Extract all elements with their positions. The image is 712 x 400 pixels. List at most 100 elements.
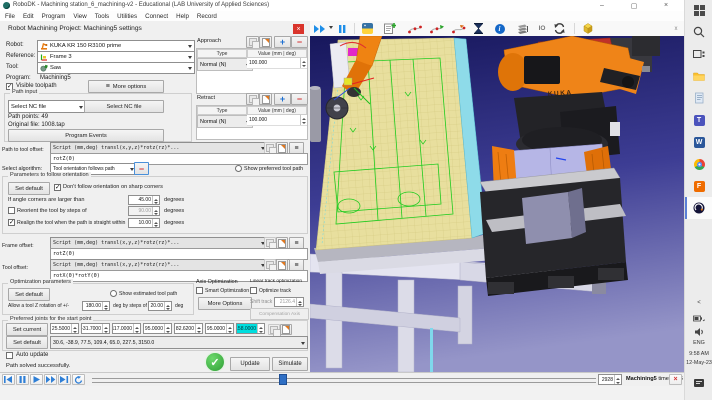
menu-utilities[interactable]: Utilities — [117, 13, 137, 20]
toolbar-close-button[interactable]: x — [672, 22, 680, 35]
pause-playback-button[interactable] — [16, 374, 29, 385]
export-simulation-button[interactable] — [582, 22, 594, 35]
steps-spinner[interactable]: 20.00 — [148, 301, 172, 311]
joint7-spinner[interactable]: 3158.0000 — [236, 323, 265, 334]
search-button[interactable] — [693, 26, 705, 38]
skip-end-button[interactable] — [58, 374, 71, 385]
approach-add-button[interactable]: + — [274, 36, 291, 48]
more-options-button[interactable]: ≡ More options — [88, 80, 164, 93]
chrome-button[interactable] — [693, 158, 705, 170]
fast-simulation-button[interactable] — [314, 22, 327, 35]
pause-button[interactable] — [338, 22, 346, 35]
menu-view[interactable]: View — [73, 13, 86, 20]
path-simulate-button[interactable] — [408, 22, 422, 35]
simulate-button[interactable]: Simulate — [272, 357, 308, 371]
sync-button[interactable] — [554, 22, 565, 35]
spinner-arrows[interactable] — [257, 324, 264, 333]
retract-value-spinner[interactable]: 100.000 — [247, 115, 307, 126]
notifications-button[interactable] — [693, 377, 705, 389]
joint1-spinner[interactable]: 25.5000 — [50, 323, 79, 334]
realign-checkbox[interactable] — [8, 219, 15, 226]
reorient-checkbox[interactable] — [8, 207, 15, 214]
timeline-close-button[interactable]: × — [669, 374, 682, 385]
spinner-arrows[interactable] — [102, 302, 109, 310]
select-nc-file-button[interactable]: Select NC file — [84, 100, 164, 113]
update-button[interactable]: Update — [230, 357, 270, 371]
joint3-spinner[interactable]: 117.0000 — [112, 323, 141, 334]
spinner-arrows[interactable] — [226, 324, 233, 333]
spinner-arrows[interactable] — [71, 324, 78, 333]
file-explorer-button[interactable] — [693, 70, 705, 82]
path-check-button[interactable] — [430, 22, 444, 35]
spinner-arrows[interactable] — [102, 324, 109, 333]
info-button[interactable]: i — [494, 22, 505, 35]
replay-button[interactable] — [72, 374, 85, 385]
auto-update-checkbox[interactable] — [6, 352, 13, 359]
approach-type-select[interactable]: Normal (N) — [197, 58, 253, 71]
spinner-arrows[interactable] — [300, 58, 307, 68]
menu-file[interactable]: File — [5, 13, 15, 20]
joint2-spinner[interactable]: -31.7000 — [81, 323, 110, 334]
program-events-button[interactable]: Program Events — [8, 129, 164, 142]
approach-value-spinner[interactable]: 100.000 — [247, 58, 307, 69]
retract-paste-button[interactable] — [259, 93, 272, 105]
realign-spinner[interactable]: 10.00 — [128, 218, 160, 228]
joint6-spinner[interactable]: 95.0000 — [205, 323, 234, 334]
joint5-spinner[interactable]: 82.6200 — [174, 323, 203, 334]
spinner-arrows[interactable] — [164, 324, 171, 333]
teams-button[interactable]: T — [693, 114, 705, 126]
dont-follow-checkbox[interactable] — [54, 184, 61, 191]
cycle-time-button[interactable] — [474, 22, 483, 35]
3d-scene[interactable]: KUKA — [310, 36, 684, 372]
menu-connect[interactable]: Connect — [145, 13, 168, 20]
python-script-button[interactable] — [362, 22, 373, 35]
volume-button[interactable] — [693, 326, 705, 338]
joints-paste-button[interactable] — [280, 324, 292, 335]
task-view-button[interactable] — [693, 48, 705, 60]
hidden-icons-chevron[interactable]: < — [685, 300, 712, 306]
program-layers-button[interactable] — [516, 22, 529, 35]
document-app-button[interactable] — [693, 92, 705, 104]
fast-forward-button[interactable] — [44, 374, 57, 385]
spinner-arrows[interactable] — [164, 302, 171, 310]
joints-default-combo[interactable]: 30.6, -38.9, 77.5, 109.4, 65.0, 227.5, 3… — [50, 336, 308, 349]
select-nc-file-combo[interactable]: Select NC file — [8, 100, 86, 113]
spinner-arrows[interactable] — [133, 324, 140, 333]
timeline-track[interactable] — [92, 378, 596, 383]
fast-simulation-dropdown[interactable] — [328, 22, 334, 35]
close-button[interactable]: × — [658, 0, 674, 11]
menu-program[interactable]: Program — [42, 13, 66, 20]
retract-type-select[interactable]: Normal (N) — [197, 115, 253, 128]
language-indicator[interactable]: ENG — [685, 340, 712, 346]
robodk-taskbar-button[interactable] — [693, 202, 705, 214]
allow-rotation-spinner[interactable]: 180.00 — [82, 301, 110, 311]
maximize-button[interactable]: ▢ — [626, 0, 642, 11]
date[interactable]: 12-May-23 — [685, 360, 712, 366]
angle-corners-spinner[interactable]: 45.00 — [128, 195, 160, 205]
menu-record[interactable]: Record — [197, 13, 217, 20]
menu-help[interactable]: Help — [176, 13, 189, 20]
approach-remove-button[interactable]: − — [291, 36, 308, 48]
spinner-arrows[interactable] — [195, 324, 202, 333]
frame-spinner[interactable]: 2928 — [598, 374, 622, 385]
algorithm-remove-button[interactable]: − — [134, 162, 149, 175]
menu-tools[interactable]: Tools — [95, 13, 109, 20]
joints-copy-button[interactable] — [268, 324, 280, 335]
panel-close-button[interactable]: × — [293, 24, 304, 34]
show-estimated-radio[interactable] — [110, 290, 117, 297]
retract-remove-button[interactable]: − — [291, 93, 308, 105]
show-preferred-radio[interactable] — [235, 165, 242, 172]
spinner-arrows[interactable] — [614, 375, 621, 384]
path-fast-check-button[interactable] — [452, 22, 466, 35]
network-status[interactable] — [693, 312, 705, 324]
spinner-arrows[interactable] — [152, 196, 159, 204]
word-button[interactable]: W — [693, 136, 705, 148]
start-button[interactable] — [693, 4, 705, 16]
viewport-3d[interactable]: i IO x — [310, 21, 684, 372]
skip-start-button[interactable] — [2, 374, 15, 385]
tool-select[interactable]: Saw — [37, 62, 195, 74]
joints-set-default-button[interactable]: Set default — [6, 336, 48, 349]
approach-paste-button[interactable] — [259, 36, 272, 48]
retract-add-button[interactable]: + — [274, 93, 291, 105]
joint4-spinner[interactable]: 95.0000 — [143, 323, 172, 334]
